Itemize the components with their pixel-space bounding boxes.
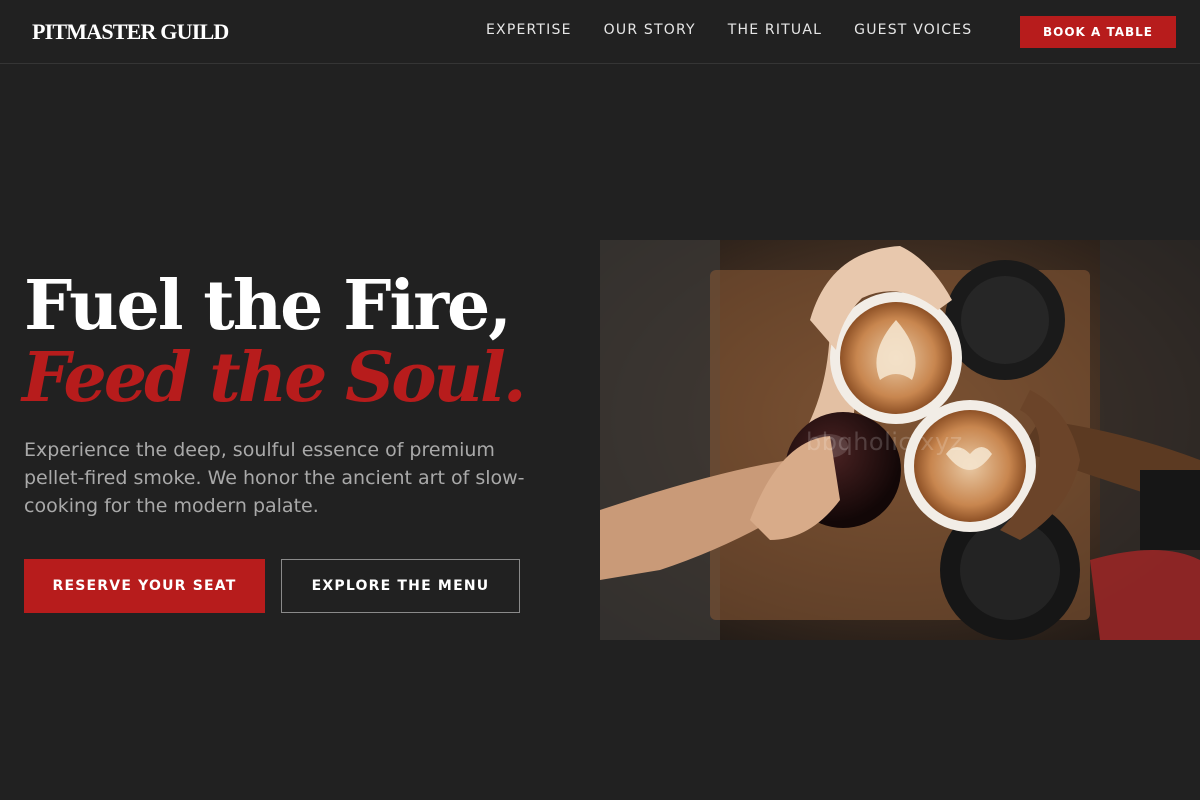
hero-headline-line-1: Fuel the Fire,: [24, 266, 512, 346]
reserve-seat-button[interactable]: RESERVE YOUR SEAT: [24, 559, 265, 613]
site-header: PITMASTER GUILD EXPERTISE OUR STORY THE …: [0, 0, 1200, 64]
explore-menu-button[interactable]: EXPLORE THE MENU: [281, 559, 520, 613]
nav-link-our-story[interactable]: OUR STORY: [604, 22, 696, 38]
main-nav: EXPERTISE OUR STORY THE RITUAL GUEST VOI…: [486, 22, 1004, 38]
hero-headline-line-2: Feed the Soul.: [22, 338, 527, 418]
hero-description: Experience the deep, soulful essence of …: [24, 439, 525, 517]
image-watermark: bbqholic.xyz: [806, 428, 963, 456]
book-a-table-button[interactable]: BOOK A TABLE: [1020, 16, 1176, 48]
nav-link-guest-voices[interactable]: GUEST VOICES: [854, 22, 972, 38]
site-logo[interactable]: PITMASTER GUILD: [32, 19, 229, 45]
nav-link-the-ritual[interactable]: THE RITUAL: [728, 22, 822, 38]
nav-link-expertise[interactable]: EXPERTISE: [486, 22, 572, 38]
